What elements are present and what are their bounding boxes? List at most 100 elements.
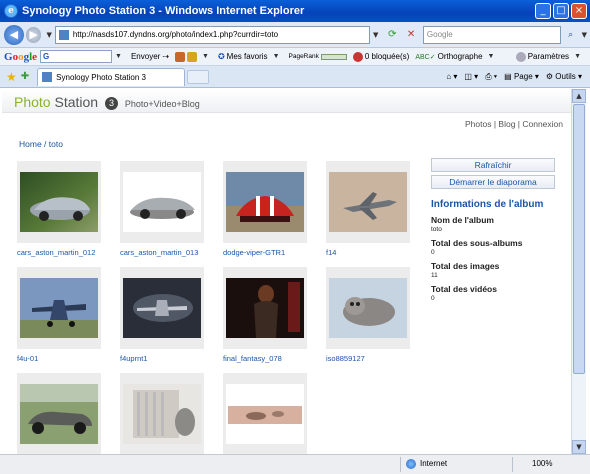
slideshow-button[interactable]: Démarrer le diaporama: [431, 175, 555, 189]
photo-station-logo[interactable]: Photo Station 3 Photo+Video+Blog: [14, 94, 200, 110]
add-favorite-icon[interactable]: ✚: [21, 71, 29, 82]
photo-thumb[interactable]: f4u-01: [17, 267, 101, 363]
tab-photo-station[interactable]: Synology Photo Station 3: [37, 67, 186, 86]
google-search-input[interactable]: G: [40, 50, 113, 63]
pagerank-indicator[interactable]: PageRank: [289, 53, 347, 60]
google-toolbar: Google G ▼ Envoyer ⇢ ▼ ✪ Mes favoris ▼ Page…: [0, 48, 590, 66]
scroll-up-icon[interactable]: ▲: [572, 89, 586, 103]
zoom-level[interactable]: 100%: [532, 459, 552, 468]
send-button[interactable]: Envoyer ⇢: [131, 52, 169, 61]
search-options-icon[interactable]: ▼: [582, 31, 587, 39]
address-input[interactable]: http://nasds107.dyndns.org/photo/index1.…: [54, 25, 370, 44]
images-value: 11: [431, 272, 438, 279]
status-divider: [400, 457, 401, 472]
history-dropdown-icon[interactable]: ▼: [46, 31, 51, 39]
photos-link[interactable]: Photos: [465, 119, 491, 129]
favorites-button[interactable]: ✪ Mes favoris ▼: [218, 52, 283, 61]
top-links: Photos | Blog | Connexion: [465, 119, 563, 129]
back-button[interactable]: ◀: [4, 24, 24, 45]
tools-menu-label: Outils: [555, 72, 576, 81]
maximize-button[interactable]: □: [553, 3, 569, 19]
videos-label: Total des vidéos: [431, 284, 497, 294]
feeds-icon[interactable]: ◫ ▾: [464, 72, 478, 81]
photo-caption[interactable]: iso8859127: [326, 354, 365, 363]
settings-label: Paramètres: [527, 52, 570, 61]
photo-image: [20, 278, 98, 338]
photo-caption[interactable]: f4uprnt1: [120, 354, 148, 363]
images-label: Total des images: [431, 261, 500, 271]
photo-thumb[interactable]: [17, 373, 101, 454]
album-sidebar: Rafraîchir Démarrer le diaporama Informa…: [431, 158, 557, 302]
home-icon[interactable]: ⌂ ▾: [446, 72, 457, 81]
highlight-icon: [187, 51, 198, 62]
tab-bar: ★ ✚ Synology Photo Station 3 ⌂ ▾ ◫ ▾ ⎙ ▾…: [0, 66, 590, 88]
pagerank-label: PageRank: [288, 53, 319, 60]
page-menu[interactable]: ▤ Page ▾: [504, 72, 539, 81]
stop-icon[interactable]: ✕: [403, 27, 419, 43]
photo-thumb[interactable]: iso8859127: [326, 267, 410, 363]
page-icon: [58, 29, 69, 40]
photo-thumb[interactable]: cars_aston_martin_012: [17, 161, 101, 257]
favorites-label: Mes favoris: [226, 52, 268, 61]
print-icon[interactable]: ⎙ ▾: [485, 72, 497, 82]
tab-label: Synology Photo Station 3: [56, 72, 146, 82]
photo-thumb[interactable]: cars_aston_martin_013: [120, 161, 204, 257]
photo-thumb[interactable]: f14: [326, 161, 410, 257]
send-icon: ⇢: [162, 52, 170, 61]
photo-caption[interactable]: dodge-viper-GTR1: [223, 248, 285, 257]
photo-caption[interactable]: final_fantasy_078: [223, 354, 282, 363]
breadcrumb: Home / toto: [19, 139, 63, 149]
forward-button[interactable]: ▶: [25, 26, 42, 43]
minimize-button[interactable]: _: [535, 3, 551, 19]
favorites-dropdown-icon: ▼: [272, 53, 280, 60]
photo-caption[interactable]: f14: [326, 248, 336, 257]
photo-thumb[interactable]: dodge-viper-GTR1: [223, 161, 307, 257]
login-link[interactable]: Connexion: [522, 119, 563, 129]
scroll-down-icon[interactable]: ▼: [572, 440, 586, 454]
popup-blocker[interactable]: 0 bloquée(s): [352, 51, 409, 62]
page-content: Photo Station 3 Photo+Video+Blog Photos …: [2, 89, 571, 454]
photo-thumb[interactable]: final_fantasy_078: [223, 267, 307, 363]
window-title: Synology Photo Station 3 - Windows Inter…: [22, 5, 305, 17]
tools-dropdown-icon[interactable]: ▼: [202, 53, 209, 60]
subalbums-label: Total des sous-albums: [431, 238, 523, 248]
spelling-button[interactable]: ABC✓ Orthographe ▼: [415, 52, 497, 61]
close-button[interactable]: ×: [571, 3, 587, 19]
search-icon[interactable]: ⌕: [563, 27, 579, 43]
address-dropdown-icon[interactable]: ▼: [373, 31, 378, 39]
photo-caption[interactable]: cars_aston_martin_012: [17, 248, 95, 257]
breadcrumb-home[interactable]: Home: [19, 139, 42, 149]
photo-thumb[interactable]: [223, 373, 307, 454]
new-tab-button[interactable]: [187, 69, 210, 84]
photo-caption[interactable]: f4u-01: [17, 354, 38, 363]
refresh-button[interactable]: Rafraîchir: [431, 158, 555, 172]
settings-dropdown-icon: ▼: [574, 53, 581, 60]
scroll-thumb[interactable]: [573, 104, 585, 374]
breadcrumb-current[interactable]: toto: [49, 139, 63, 149]
spellcheck-icon: ABC✓: [415, 53, 436, 61]
blog-link[interactable]: Blog: [498, 119, 515, 129]
security-zone: Internet: [420, 459, 448, 468]
search-input[interactable]: Google: [422, 25, 561, 44]
photo-image: [226, 278, 304, 338]
vertical-scrollbar[interactable]: ▲ ▼: [571, 89, 586, 454]
page-menu-label: Page: [513, 72, 533, 81]
tools-menu[interactable]: ⚙ Outils ▾: [546, 72, 582, 81]
star-icon: ✪: [217, 52, 225, 61]
brand-photo: Photo: [14, 94, 51, 110]
google-search-dropdown-icon[interactable]: ▼: [115, 53, 122, 60]
toolbar-icons[interactable]: ▼: [175, 51, 212, 62]
search-placeholder: Google: [426, 30, 453, 39]
photo-thumb[interactable]: f4uprnt1: [120, 267, 204, 363]
refresh-icon[interactable]: ⟳: [384, 27, 400, 43]
address-toolbar: ◀ ▶ ▼ http://nasds107.dyndns.org/photo/i…: [0, 22, 590, 48]
photo-caption[interactable]: cars_aston_martin_013: [120, 248, 198, 257]
album-name-label: Nom de l'album: [431, 215, 494, 225]
favorites-star-icon[interactable]: ★: [6, 70, 17, 84]
photo-thumb[interactable]: [120, 373, 204, 454]
settings-button[interactable]: Paramètres ▼: [515, 51, 584, 62]
spelling-dropdown-icon: ▼: [487, 53, 495, 60]
photo-image: [329, 172, 407, 232]
page-icon-cmd: ▤: [504, 72, 514, 81]
google-search-value: G: [43, 52, 50, 61]
